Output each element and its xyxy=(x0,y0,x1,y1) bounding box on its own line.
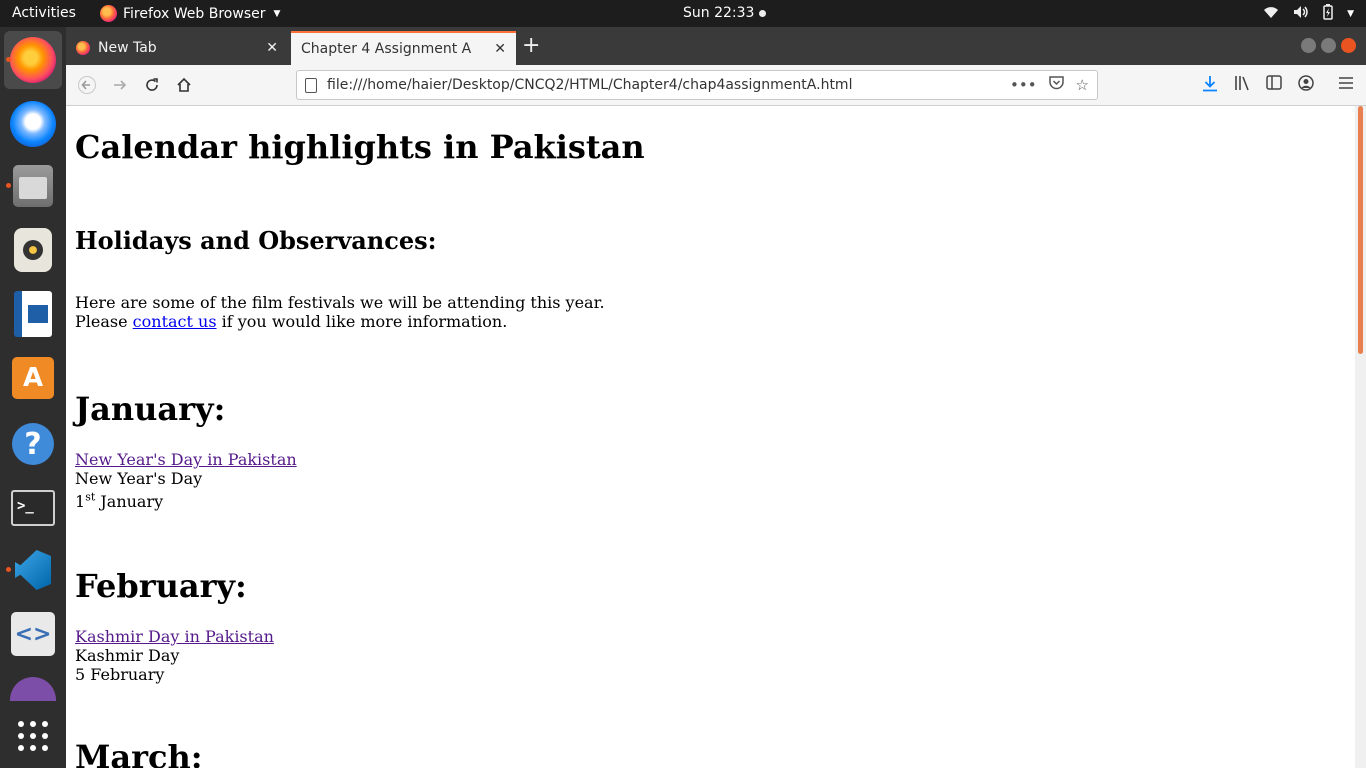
battery-icon xyxy=(1323,4,1333,24)
month-heading-january: January: xyxy=(75,390,226,428)
vscode-icon xyxy=(11,548,55,592)
scrollbar-thumb[interactable] xyxy=(1358,106,1363,354)
clock-label: Sun 22:33 xyxy=(683,5,755,21)
minimize-button[interactable] xyxy=(1301,38,1316,53)
intro-rest: if you would like more information. xyxy=(221,312,508,331)
tab-new-tab[interactable]: New Tab ✕ xyxy=(66,31,288,65)
maximize-button[interactable] xyxy=(1321,38,1336,53)
dock-thunderbird[interactable] xyxy=(4,95,62,153)
reload-button[interactable] xyxy=(141,74,163,96)
system-tray[interactable]: ▼ xyxy=(1263,4,1354,24)
page-actions-icon[interactable]: ••• xyxy=(1010,76,1037,94)
dock-code-editor[interactable]: <> xyxy=(4,605,62,663)
app-menu-label: Firefox Web Browser xyxy=(123,5,266,22)
page-scrollbar[interactable] xyxy=(1355,106,1366,768)
thunderbird-icon xyxy=(10,101,56,147)
section-heading: Holidays and Observances: xyxy=(75,226,437,255)
navigation-toolbar: file:///home/haier/Desktop/CNCQ2/HTML/Ch… xyxy=(66,65,1366,106)
help-icon: ? xyxy=(12,423,54,465)
ubuntu-software-icon: A xyxy=(12,357,54,399)
event-date: 5 February xyxy=(75,665,165,684)
month-heading-february: February: xyxy=(75,567,247,605)
dock-software[interactable]: A xyxy=(4,349,62,407)
intro-please: Please xyxy=(75,312,128,331)
firefox-favicon-icon xyxy=(76,41,90,55)
running-indicator xyxy=(6,183,11,188)
wifi-icon xyxy=(1263,5,1279,23)
close-tab-icon[interactable]: ✕ xyxy=(266,40,278,56)
url-text: file:///home/haier/Desktop/CNCQ2/HTML/Ch… xyxy=(327,77,853,93)
page-content: Calendar highlights in Pakistan Holidays… xyxy=(67,106,1355,768)
page-title: Calendar highlights in Pakistan xyxy=(75,128,645,166)
event-name: Kashmir Day xyxy=(75,646,180,665)
clock[interactable]: Sun 22:33 xyxy=(683,5,767,21)
event-block-february: Kashmir Day in Pakistan Kashmir Day 5 Fe… xyxy=(75,627,274,684)
firefox-icon xyxy=(100,5,117,22)
system-menu-arrow-icon: ▼ xyxy=(1347,9,1354,19)
firefox-icon xyxy=(10,37,56,83)
url-bar[interactable]: file:///home/haier/Desktop/CNCQ2/HTML/Ch… xyxy=(296,70,1098,100)
intro-line: Here are some of the film festivals we w… xyxy=(75,293,605,312)
sidebar-icon[interactable] xyxy=(1266,75,1282,94)
code-brackets-icon: <> xyxy=(11,612,55,656)
writer-icon xyxy=(14,291,52,337)
forward-button[interactable] xyxy=(109,74,131,96)
volume-icon xyxy=(1293,5,1309,23)
app-menu[interactable]: Firefox Web Browser ▼ xyxy=(100,5,280,22)
top-bar: Activities Firefox Web Browser ▼ Sun 22:… xyxy=(0,0,1366,27)
dock-terminal[interactable]: >_ xyxy=(4,479,62,537)
hamburger-menu-icon[interactable] xyxy=(1338,75,1354,94)
new-tab-button[interactable]: + xyxy=(522,35,540,57)
downloads-icon[interactable] xyxy=(1202,75,1218,96)
dock: A ? >_ <> xyxy=(0,27,66,768)
tab-strip: New Tab ✕ Chapter 4 Assignment A ✕ + xyxy=(66,27,1366,65)
terminal-icon: >_ xyxy=(11,490,55,526)
close-tab-icon[interactable]: ✕ xyxy=(494,41,506,57)
files-icon xyxy=(13,165,53,207)
dock-help[interactable]: ? xyxy=(4,415,62,473)
activities-button[interactable]: Activities xyxy=(12,5,76,21)
library-icon[interactable] xyxy=(1234,75,1251,95)
cat-app-icon xyxy=(10,677,56,701)
dock-firefox[interactable] xyxy=(4,31,62,89)
close-window-button[interactable] xyxy=(1341,38,1356,53)
event-link[interactable]: New Year's Day in Pakistan xyxy=(75,450,297,469)
dock-vscode[interactable] xyxy=(4,541,62,599)
event-link[interactable]: Kashmir Day in Pakistan xyxy=(75,627,274,646)
page-icon xyxy=(305,77,317,93)
tab-title: New Tab xyxy=(98,40,157,56)
account-icon[interactable] xyxy=(1298,75,1314,95)
tab-chapter4-assignment[interactable]: Chapter 4 Assignment A ✕ xyxy=(291,31,516,65)
event-block-january: New Year's Day in Pakistan New Year's Da… xyxy=(75,450,297,511)
contact-us-link[interactable]: contact us xyxy=(133,312,217,331)
show-applications-button[interactable] xyxy=(4,707,62,765)
bookmark-star-icon[interactable]: ☆ xyxy=(1076,76,1089,94)
dock-rhythmbox[interactable] xyxy=(4,221,62,279)
tab-title: Chapter 4 Assignment A xyxy=(301,41,472,57)
back-button[interactable] xyxy=(76,74,98,96)
rhythmbox-icon xyxy=(14,228,52,272)
running-indicator xyxy=(6,57,11,62)
chevron-down-icon: ▼ xyxy=(273,8,281,19)
app-grid-icon xyxy=(18,721,48,751)
month-heading-march: March: xyxy=(75,738,203,768)
event-name: New Year's Day xyxy=(75,469,203,488)
intro-paragraph: Here are some of the film festivals we w… xyxy=(75,293,605,331)
event-date: 1st January xyxy=(75,491,164,512)
dock-writer[interactable] xyxy=(4,285,62,343)
home-button[interactable] xyxy=(173,74,195,96)
pocket-icon[interactable] xyxy=(1048,76,1064,94)
notification-dot-icon xyxy=(759,9,767,17)
dock-files[interactable] xyxy=(4,157,62,215)
